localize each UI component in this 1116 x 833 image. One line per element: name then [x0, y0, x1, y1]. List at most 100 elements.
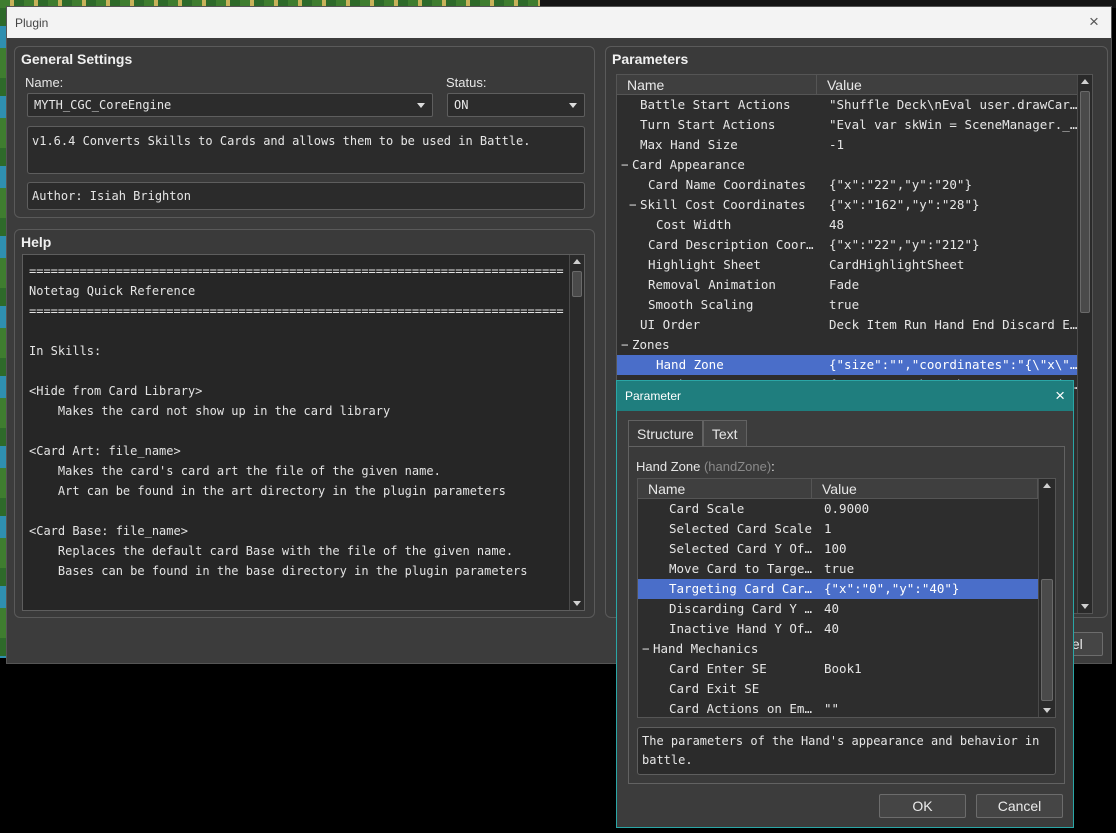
minus-icon[interactable]: −	[621, 335, 629, 355]
scroll-thumb[interactable]	[572, 271, 582, 297]
dialog-tabs: Structure Text	[628, 420, 747, 446]
description-box[interactable]: v1.6.4 Converts Skills to Cards and allo…	[27, 126, 585, 174]
tree-cell-name: Card Enter SE	[638, 659, 812, 679]
tree-row-value	[812, 639, 1038, 659]
ok-button[interactable]: OK	[879, 794, 966, 818]
parameter-description-text: The parameters of the Hand's appearance …	[642, 734, 1040, 767]
name-select[interactable]: MYTH_CGC_CoreEngine	[27, 93, 433, 117]
tree-row[interactable]: Cost Width 48	[617, 215, 1092, 235]
tree-cell-name: Turn Start Actions	[617, 115, 817, 135]
tree-group-row[interactable]: − Card Appearance	[617, 155, 1092, 175]
name-select-value: MYTH_CGC_CoreEngine	[34, 98, 172, 112]
tree-row-name: Selected Card Scale	[669, 521, 812, 536]
author-box[interactable]: Author: Isiah Brighton	[27, 182, 585, 210]
tree-row[interactable]: Targeting Card Card… {"x":"0","y":"40"}	[638, 579, 1055, 599]
tree-row[interactable]: Card Actions on Empty ""	[638, 699, 1055, 717]
tree-group-row[interactable]: − Hand Mechanics	[638, 639, 1055, 659]
structure-tree[interactable]: Name Value Card Scale 0.9000 Selected Card…	[637, 478, 1056, 718]
tab-text[interactable]: Text	[702, 420, 747, 446]
parameters-scrollbar[interactable]	[1077, 75, 1092, 613]
tree-row[interactable]: Smooth Scaling true	[617, 295, 1092, 315]
tree-cell-name: Cost Width	[617, 215, 817, 235]
minus-icon[interactable]: −	[621, 155, 629, 175]
status-select[interactable]: ON	[447, 93, 585, 117]
cancel-button[interactable]: Cancel	[976, 794, 1063, 818]
col-name-header[interactable]: Name	[638, 479, 812, 498]
structure-scrollbar[interactable]	[1038, 479, 1055, 717]
close-icon[interactable]: ×	[1085, 13, 1103, 31]
help-line: <Card Art: file_name>	[29, 444, 181, 458]
tree-row-value: ""	[824, 701, 840, 716]
tree-row[interactable]: Max Hand Size -1	[617, 135, 1092, 155]
tree-row-name: Card Scale	[669, 501, 745, 516]
help-text-area[interactable]: ========================================…	[22, 254, 585, 611]
tree-cell-name: Card Actions on Empty	[638, 699, 812, 717]
tab-structure[interactable]: Structure	[628, 420, 703, 446]
general-settings-title: General Settings	[21, 51, 133, 67]
col-value-header[interactable]: Value	[817, 75, 1079, 94]
tree-cell-name: Card Exit SE	[638, 679, 812, 699]
scroll-up-icon[interactable]	[573, 259, 581, 264]
close-icon[interactable]: ×	[1055, 381, 1065, 411]
tree-row[interactable]: Selected Card Scale 1	[638, 519, 1055, 539]
tree-row-name: Removal Animation	[648, 277, 776, 292]
tree-row[interactable]: Move Card to Target? true	[638, 559, 1055, 579]
scroll-up-icon[interactable]	[1043, 483, 1051, 488]
tree-group-row[interactable]: − Zones	[617, 335, 1092, 355]
tree-row[interactable]: Card Description Coordi… {"x":"22","y":"2…	[617, 235, 1092, 255]
minus-icon[interactable]: −	[629, 195, 637, 215]
scroll-down-icon[interactable]	[573, 601, 581, 606]
tree-row[interactable]: Battle Start Actions "Shuffle Deck\nEval …	[617, 95, 1092, 115]
tree-cell-name: Smooth Scaling	[617, 295, 817, 315]
tree-row[interactable]: Card Enter SE Book1	[638, 659, 1055, 679]
col-value-header[interactable]: Value	[812, 479, 1038, 498]
tree-row[interactable]: Card Name Coordinates {"x":"22","y":"20"}	[617, 175, 1092, 195]
status-label: Status:	[446, 75, 487, 90]
help-line: ========================================…	[29, 264, 564, 278]
tree-row[interactable]: Removal Animation Fade	[617, 275, 1092, 295]
scroll-down-icon[interactable]	[1081, 604, 1089, 609]
scroll-up-icon[interactable]	[1081, 79, 1089, 84]
tree-row[interactable]: Inactive Hand Y Off… 40	[638, 619, 1055, 639]
help-line: Replaces the default card Base with the …	[29, 544, 514, 558]
name-label: Name:	[25, 75, 64, 90]
tree-row[interactable]: UI Order Deck Item Run Hand End Discard E…	[617, 315, 1092, 335]
tree-row[interactable]: Selected Card Y Off… 100	[638, 539, 1055, 559]
parameters-title: Parameters	[612, 51, 689, 67]
parameters-rows: Battle Start Actions "Shuffle Deck\nEval …	[617, 95, 1092, 395]
minus-icon[interactable]: −	[642, 639, 650, 659]
tree-row-value: -1	[829, 137, 845, 152]
help-line: Art can be found in the art directory in…	[29, 484, 506, 498]
tree-cell-name: Discarding Card Y O…	[638, 599, 812, 619]
tree-cell-name: Highlight Sheet	[617, 255, 817, 275]
tree-row[interactable]: Turn Start Actions "Eval var skWin = Scen…	[617, 115, 1092, 135]
tree-row-name: Hand Zone	[656, 357, 724, 372]
col-name-header[interactable]: Name	[617, 75, 817, 94]
scroll-thumb[interactable]	[1080, 91, 1090, 313]
author-text: Author: Isiah Brighton	[32, 189, 191, 203]
description-text: v1.6.4 Converts Skills to Cards and allo…	[32, 134, 531, 148]
help-scrollbar[interactable]	[569, 255, 584, 610]
tree-row[interactable]: Hand Zone {"size":"","coordinates":"{\"x\…	[617, 355, 1092, 375]
tree-row-name: Card Actions on Empty	[669, 701, 812, 716]
tree-group-row[interactable]: − Skill Cost Coordinates {"x":"162","y":"2…	[617, 195, 1092, 215]
tree-row[interactable]: Card Scale 0.9000	[638, 499, 1055, 519]
tree-cell-name: Selected Card Scale	[638, 519, 812, 539]
tree-row[interactable]: Discarding Card Y O… 40	[638, 599, 1055, 619]
tree-row-value: true	[824, 561, 855, 576]
help-line: <Hide from Card Library>	[29, 384, 203, 398]
tree-row-name: Skill Cost Coordinates	[640, 197, 806, 212]
tree-row-name: Hand Mechanics	[653, 641, 759, 656]
tree-row[interactable]: Card Exit SE	[638, 679, 1055, 699]
tree-cell-name: Battle Start Actions	[617, 95, 817, 115]
tree-row-value: Fade	[829, 277, 860, 292]
tree-cell-name: Card Scale	[638, 499, 812, 519]
scroll-down-icon[interactable]	[1043, 708, 1051, 713]
scroll-thumb[interactable]	[1041, 579, 1053, 701]
tree-row-name: Max Hand Size	[640, 137, 738, 152]
tree-row-value: 48	[829, 217, 845, 232]
structure-heading-key: (handZone)	[703, 459, 772, 474]
help-group: Help ===================================…	[14, 229, 595, 618]
tree-cell-name: Selected Card Y Off…	[638, 539, 812, 559]
tree-row[interactable]: Highlight Sheet CardHighlightSheet	[617, 255, 1092, 275]
